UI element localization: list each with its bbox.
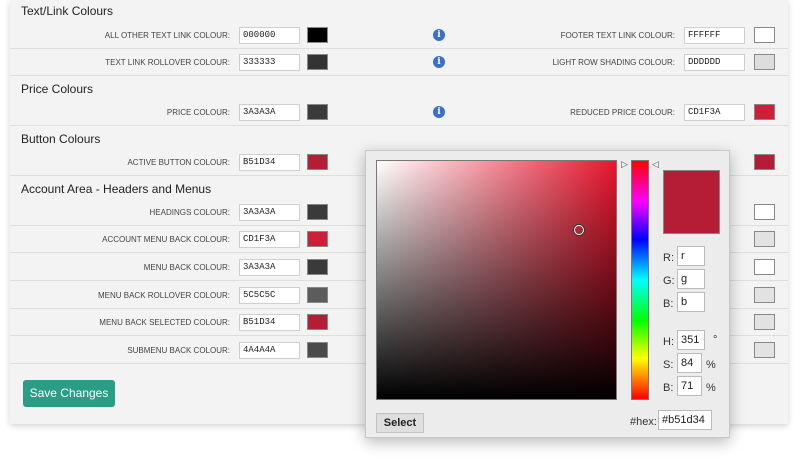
setting-label: MENU BACK SELECTED COLOUR: bbox=[99, 318, 230, 327]
blue-label: B: bbox=[663, 298, 674, 310]
info-icon[interactable]: i bbox=[433, 56, 445, 68]
red-field[interactable]: r bbox=[677, 246, 705, 266]
section-title-button: Button Colours bbox=[21, 132, 101, 146]
setting-label: ALL OTHER TEXT LINK COLOUR: bbox=[104, 31, 230, 40]
colour-preview bbox=[663, 170, 720, 234]
hex-input[interactable]: 3A3A3A bbox=[239, 204, 300, 221]
section-title-text-link: Text/Link Colours bbox=[21, 4, 114, 18]
colour-swatch[interactable] bbox=[754, 231, 775, 247]
hue-label: H: bbox=[663, 336, 674, 348]
colour-swatch[interactable] bbox=[754, 154, 775, 170]
hex-label: #hex: bbox=[630, 416, 657, 428]
hue-unit: ° bbox=[713, 334, 718, 346]
blue-field[interactable]: b bbox=[677, 292, 705, 312]
hex-input[interactable]: 5C5C5C bbox=[239, 287, 300, 304]
green-label: G: bbox=[663, 275, 675, 287]
saturation-unit: % bbox=[706, 359, 716, 371]
hex-input[interactable]: 3A3A3A bbox=[239, 104, 300, 121]
setting-label: MENU BACK ROLLOVER COLOUR: bbox=[97, 291, 230, 300]
save-changes-button[interactable]: Save Changes bbox=[23, 380, 115, 407]
select-button[interactable]: Select bbox=[376, 413, 424, 433]
setting-label: TEXT LINK ROLLOVER COLOUR: bbox=[105, 58, 230, 67]
green-field[interactable]: g bbox=[677, 269, 705, 289]
saturation-label: S: bbox=[663, 359, 674, 371]
hue-slider[interactable] bbox=[631, 160, 649, 400]
settings-row: ALL OTHER TEXT LINK COLOUR: 000000 i FOO… bbox=[10, 22, 788, 49]
hex-input[interactable]: 4A4A4A bbox=[239, 342, 300, 359]
saturation-field[interactable]: 84 bbox=[677, 353, 702, 373]
hex-input[interactable]: 333333 bbox=[239, 54, 300, 71]
setting-label: MENU BACK COLOUR: bbox=[143, 263, 230, 272]
hex-input[interactable]: 3A3A3A bbox=[239, 259, 300, 276]
setting-label: ACCOUNT MENU BACK COLOUR: bbox=[102, 235, 230, 244]
hex-input[interactable]: CD1F3A bbox=[684, 104, 745, 121]
colour-swatch[interactable] bbox=[307, 204, 328, 220]
setting-label: HEADINGS COLOUR: bbox=[149, 208, 230, 217]
colour-swatch[interactable] bbox=[307, 259, 328, 275]
colour-swatch[interactable] bbox=[754, 27, 775, 43]
section-title-price: Price Colours bbox=[21, 82, 94, 96]
colour-swatch[interactable] bbox=[754, 104, 775, 120]
colour-swatch[interactable] bbox=[754, 314, 775, 330]
hue-field[interactable]: 351 bbox=[677, 330, 705, 350]
hue-arrow-right-icon: ▷ bbox=[621, 159, 628, 169]
hex-input[interactable]: B51D34 bbox=[239, 154, 300, 171]
setting-label: SUBMENU BACK COLOUR: bbox=[127, 346, 230, 355]
hex-field[interactable]: #b51d34 bbox=[658, 410, 712, 430]
info-icon[interactable]: i bbox=[433, 29, 445, 41]
brightness-label: B: bbox=[663, 382, 674, 394]
settings-row: TEXT LINK ROLLOVER COLOUR: 333333 i LIGH… bbox=[10, 49, 788, 76]
setting-label: FOOTER TEXT LINK COLOUR: bbox=[560, 31, 675, 40]
hex-input[interactable]: FFFFFF bbox=[684, 27, 745, 44]
colour-swatch[interactable] bbox=[754, 54, 775, 70]
brightness-unit: % bbox=[706, 382, 716, 394]
setting-label: ACTIVE BUTTON COLOUR: bbox=[127, 158, 230, 167]
colour-swatch[interactable] bbox=[307, 104, 328, 120]
setting-label: LIGHT ROW SHADING COLOUR: bbox=[552, 58, 675, 67]
hex-input[interactable]: DDDDDD bbox=[684, 54, 745, 71]
colour-swatch[interactable] bbox=[307, 342, 328, 358]
setting-label: REDUCED PRICE COLOUR: bbox=[570, 108, 675, 117]
hex-input[interactable]: 000000 bbox=[239, 27, 300, 44]
colour-swatch[interactable] bbox=[307, 231, 328, 247]
red-label: R: bbox=[663, 252, 674, 264]
saturation-brightness-area[interactable] bbox=[376, 160, 617, 400]
colour-swatch[interactable] bbox=[307, 154, 328, 170]
colour-picker-popup: ▷ ◁ R: r G: g B: b H: 351 ° S: 84 % B: 7… bbox=[365, 150, 730, 438]
brightness-field[interactable]: 71 bbox=[677, 376, 702, 396]
settings-row: PRICE COLOUR: 3A3A3A i REDUCED PRICE COL… bbox=[10, 99, 788, 126]
hex-input[interactable]: CD1F3A bbox=[239, 231, 300, 248]
colour-swatch[interactable] bbox=[754, 259, 775, 275]
setting-label: PRICE COLOUR: bbox=[166, 108, 230, 117]
info-icon[interactable]: i bbox=[433, 106, 445, 118]
colour-swatch[interactable] bbox=[754, 204, 775, 220]
colour-swatch[interactable] bbox=[307, 27, 328, 43]
colour-swatch[interactable] bbox=[307, 287, 328, 303]
colour-swatch[interactable] bbox=[754, 342, 775, 358]
section-title-account: Account Area - Headers and Menus bbox=[21, 182, 212, 196]
colour-swatch[interactable] bbox=[307, 314, 328, 330]
hex-input[interactable]: B51D34 bbox=[239, 314, 300, 331]
picker-cursor[interactable] bbox=[574, 225, 584, 235]
hue-arrow-left-icon: ◁ bbox=[652, 159, 659, 169]
colour-swatch[interactable] bbox=[307, 54, 328, 70]
colour-swatch[interactable] bbox=[754, 287, 775, 303]
